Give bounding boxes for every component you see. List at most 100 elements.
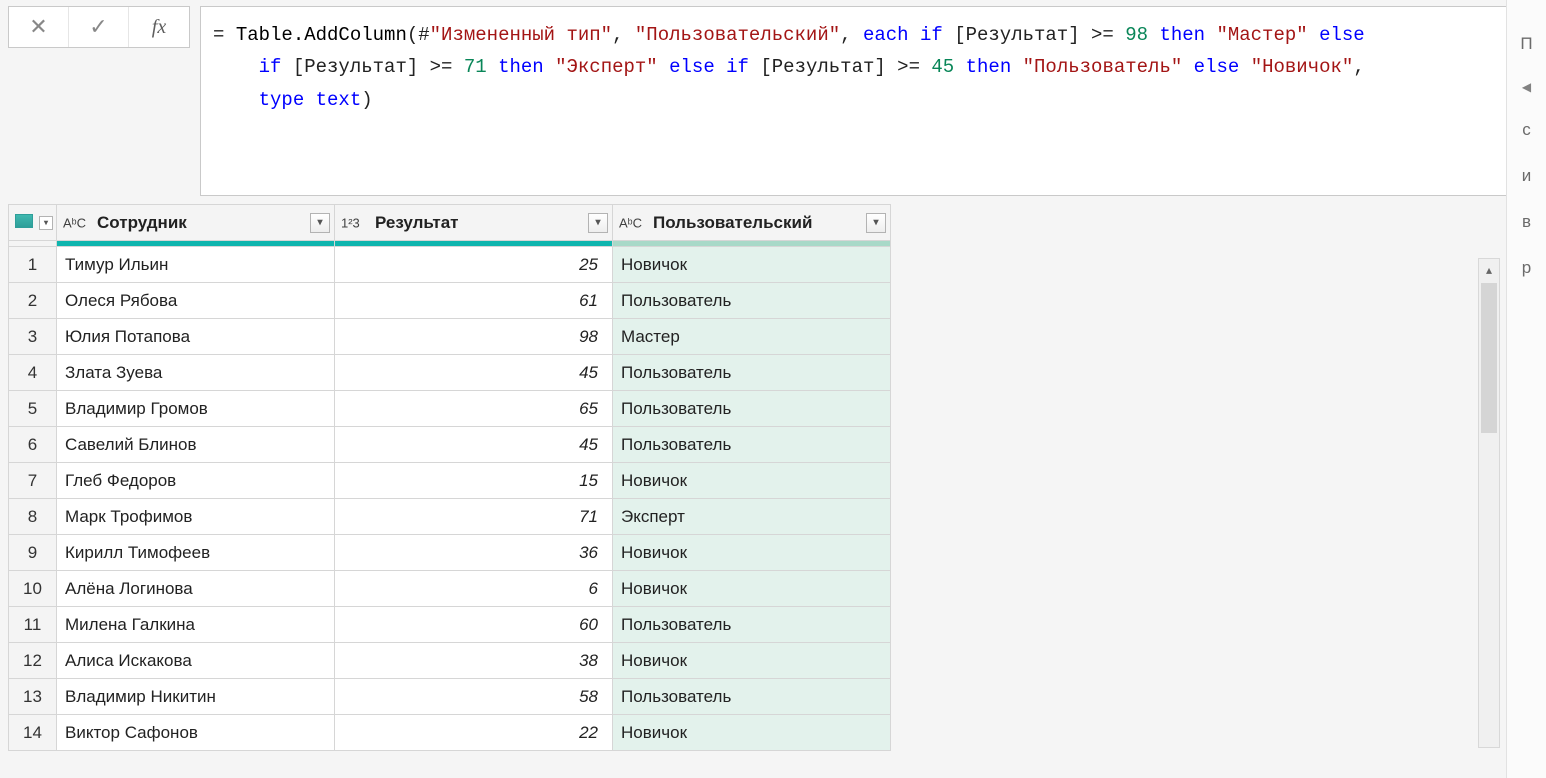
cell-custom[interactable]: Пользователь <box>613 607 891 643</box>
cell-result[interactable]: 58 <box>335 679 613 715</box>
cell-result[interactable]: 36 <box>335 535 613 571</box>
table-row[interactable]: 9Кирилл Тимофеев36Новичок <box>9 535 891 571</box>
table-row[interactable]: 13Владимир Никитин58Пользователь <box>9 679 891 715</box>
close-icon: ✕ <box>29 14 47 40</box>
cell-custom[interactable]: Новичок <box>613 247 891 283</box>
cell-employee[interactable]: Злата Зуева <box>57 355 335 391</box>
cell-result[interactable]: 71 <box>335 499 613 535</box>
cell-custom[interactable]: Мастер <box>613 319 891 355</box>
column-header-custom[interactable]: AᵇC Пользовательский ▾ <box>613 205 891 241</box>
cancel-button[interactable]: ✕ <box>9 7 69 47</box>
cell-custom[interactable]: Пользователь <box>613 391 891 427</box>
cell-result[interactable]: 60 <box>335 607 613 643</box>
column-label: Сотрудник <box>97 213 187 232</box>
vertical-scrollbar[interactable]: ▴ <box>1478 258 1500 748</box>
header-row: ▾ AᵇC Сотрудник ▾ 1²3 Результат ▾ AᵇC <box>9 205 891 241</box>
row-number[interactable]: 3 <box>9 319 57 355</box>
table-row[interactable]: 3Юлия Потапова98Мастер <box>9 319 891 355</box>
table-row[interactable]: 8Марк Трофимов71Эксперт <box>9 499 891 535</box>
formula-eq: = <box>213 24 236 46</box>
row-number[interactable]: 8 <box>9 499 57 535</box>
table-row[interactable]: 2Олеся Рябова61Пользователь <box>9 283 891 319</box>
accept-button[interactable]: ✓ <box>69 7 129 47</box>
table-row[interactable]: 6Савелий Блинов45Пользователь <box>9 427 891 463</box>
column-header-employee[interactable]: AᵇC Сотрудник ▾ <box>57 205 335 241</box>
cell-custom[interactable]: Пользователь <box>613 427 891 463</box>
table-row[interactable]: 4Злата Зуева45Пользователь <box>9 355 891 391</box>
row-number[interactable]: 2 <box>9 283 57 319</box>
cell-employee[interactable]: Савелий Блинов <box>57 427 335 463</box>
table-row[interactable]: 11Милена Галкина60Пользователь <box>9 607 891 643</box>
column-label: Результат <box>375 213 459 232</box>
column-label: Пользовательский <box>653 213 812 232</box>
cell-custom[interactable]: Новичок <box>613 571 891 607</box>
cell-custom[interactable]: Пользователь <box>613 283 891 319</box>
row-number[interactable]: 4 <box>9 355 57 391</box>
row-number[interactable]: 5 <box>9 391 57 427</box>
cell-result[interactable]: 25 <box>335 247 613 283</box>
cell-employee[interactable]: Алиса Искакова <box>57 643 335 679</box>
cell-employee[interactable]: Олеся Рябова <box>57 283 335 319</box>
cell-result[interactable]: 65 <box>335 391 613 427</box>
cell-employee[interactable]: Марк Трофимов <box>57 499 335 535</box>
formula-editor[interactable]: = Table.AddColumn(#"Измененный тип", "По… <box>200 6 1538 196</box>
row-number[interactable]: 9 <box>9 535 57 571</box>
scroll-thumb[interactable] <box>1481 283 1497 433</box>
cell-result[interactable]: 38 <box>335 643 613 679</box>
table-row[interactable]: 10Алёна Логинова6Новичок <box>9 571 891 607</box>
cell-employee[interactable]: Тимур Ильин <box>57 247 335 283</box>
cell-result[interactable]: 98 <box>335 319 613 355</box>
cell-employee[interactable]: Юлия Потапова <box>57 319 335 355</box>
row-number[interactable]: 10 <box>9 571 57 607</box>
cell-result[interactable]: 45 <box>335 427 613 463</box>
table-row[interactable]: 1Тимур Ильин25Новичок <box>9 247 891 283</box>
cell-custom[interactable]: Пользователь <box>613 679 891 715</box>
table-row[interactable]: 5Владимир Громов65Пользователь <box>9 391 891 427</box>
cell-employee[interactable]: Глеб Федоров <box>57 463 335 499</box>
filter-button-employee[interactable]: ▾ <box>310 213 330 233</box>
cell-employee[interactable]: Алёна Логинова <box>57 571 335 607</box>
panel-letter: с <box>1522 120 1531 140</box>
cell-result[interactable]: 6 <box>335 571 613 607</box>
cell-custom[interactable]: Новичок <box>613 535 891 571</box>
cell-custom[interactable]: Пользователь <box>613 355 891 391</box>
cell-employee[interactable]: Владимир Никитин <box>57 679 335 715</box>
query-settings-collapsed-panel[interactable]: П ◀ с и в р <box>1506 0 1546 778</box>
select-all-corner[interactable]: ▾ <box>9 205 57 241</box>
data-grid: ▾ AᵇC Сотрудник ▾ 1²3 Результат ▾ AᵇC <box>8 204 891 751</box>
cell-custom[interactable]: Новичок <box>613 715 891 751</box>
cell-result[interactable]: 15 <box>335 463 613 499</box>
column-header-result[interactable]: 1²3 Результат ▾ <box>335 205 613 241</box>
cell-result[interactable]: 22 <box>335 715 613 751</box>
formula-function: Table.AddColumn <box>236 24 407 46</box>
panel-letter: в <box>1522 212 1531 232</box>
row-number[interactable]: 12 <box>9 643 57 679</box>
cell-custom[interactable]: Новичок <box>613 643 891 679</box>
row-number[interactable]: 14 <box>9 715 57 751</box>
row-number[interactable]: 11 <box>9 607 57 643</box>
cell-employee[interactable]: Виктор Сафонов <box>57 715 335 751</box>
row-number[interactable]: 1 <box>9 247 57 283</box>
cell-custom[interactable]: Эксперт <box>613 499 891 535</box>
scroll-up-icon[interactable]: ▴ <box>1479 259 1499 281</box>
row-number[interactable]: 7 <box>9 463 57 499</box>
chevron-left-icon[interactable]: ◀ <box>1522 80 1531 94</box>
fx-button[interactable]: fx <box>129 7 189 47</box>
cell-employee[interactable]: Кирилл Тимофеев <box>57 535 335 571</box>
cell-custom[interactable]: Новичок <box>613 463 891 499</box>
row-number[interactable]: 6 <box>9 427 57 463</box>
cell-employee[interactable]: Милена Галкина <box>57 607 335 643</box>
row-number[interactable]: 13 <box>9 679 57 715</box>
cell-employee[interactable]: Владимир Громов <box>57 391 335 427</box>
table-row[interactable]: 7Глеб Федоров15Новичок <box>9 463 891 499</box>
cell-result[interactable]: 61 <box>335 283 613 319</box>
formula-newcol: "Пользовательский" <box>635 24 840 46</box>
data-grid-area: ▾ AᵇC Сотрудник ▾ 1²3 Результат ▾ AᵇC <box>8 204 1546 772</box>
cell-result[interactable]: 45 <box>335 355 613 391</box>
table-row[interactable]: 12Алиса Искакова38Новичок <box>9 643 891 679</box>
table-row[interactable]: 14Виктор Сафонов22Новичок <box>9 715 891 751</box>
filter-button-custom[interactable]: ▾ <box>866 213 886 233</box>
table-menu-dropdown[interactable]: ▾ <box>39 216 53 230</box>
number-type-icon: 1²3 <box>341 215 360 230</box>
filter-button-result[interactable]: ▾ <box>588 213 608 233</box>
